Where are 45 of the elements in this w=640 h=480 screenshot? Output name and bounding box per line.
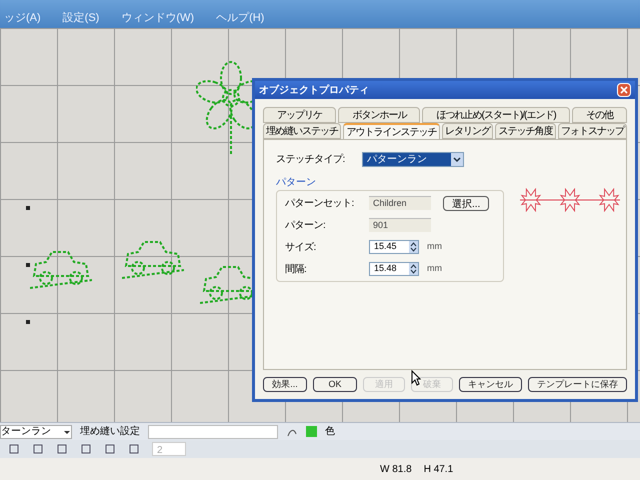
dialog-tab[interactable]: 埋め縫いステッチ [263,123,342,139]
close-button[interactable] [617,83,631,97]
spin-arrows-icon [409,263,418,275]
mouse-cursor-icon [411,370,421,386]
spin-arrows-icon [409,241,418,253]
dropdown-caret-icon [451,153,463,166]
dialog-tab[interactable]: アウトラインステッチ [343,123,440,139]
dialog-button[interactable]: キャンセル [459,377,522,392]
dialog-tab[interactable]: ほつれ止め(スタート)/(エンド) [422,107,570,123]
dialog-tab[interactable]: その他 [572,107,627,123]
selection-handle[interactable] [26,320,30,324]
window-title: オブジェクトプロパティ [259,83,369,98]
pattern-dropdown[interactable]: ターンラン [0,424,72,438]
car-drawing [30,248,92,290]
width-readout: W 81.8 [380,462,412,476]
readonly-field: Children [369,196,431,210]
dialog-tab[interactable]: レタリング [442,123,494,139]
group-title: パターン [276,176,317,190]
spin-field[interactable]: 15.48 [369,262,419,276]
unit-label: mm [427,262,442,276]
readonly-field: 901 [369,218,431,232]
selection-handle[interactable] [26,263,30,267]
spin-field[interactable]: 15.45 [369,240,419,254]
thread-color-swatch[interactable] [306,426,317,437]
color-button[interactable]: 色 [325,424,335,439]
selection-handle[interactable] [26,206,30,210]
dialog-button[interactable]: 効果... [263,377,307,392]
field-label: 間隔: [285,262,308,276]
dialog-button[interactable]: テンプレートに保存 [528,377,627,392]
fill-settings-button[interactable]: 埋め縫い設定 [80,424,140,439]
field-label: パターンセット: [285,196,355,210]
dialog-button[interactable]: OK [313,377,357,392]
dialog-tab[interactable]: アップリケ [263,107,336,123]
car-drawing [122,238,184,280]
dialog-tab[interactable]: フォトスナップ [558,123,628,139]
stitch-type-dropdown[interactable]: パターンラン [362,152,464,167]
select-button[interactable]: 選択... [443,196,490,210]
field-label: パターン: [285,218,326,232]
unit-label: mm [427,240,442,254]
close-icon [620,86,628,94]
field-label: サイズ: [285,240,317,254]
height-readout: H 47.1 [424,462,454,476]
dialog-tab[interactable]: ステッチ角度 [495,123,556,139]
dialog-tab[interactable]: ボタンホール [338,107,420,123]
field-label: ステッチタイプ: [276,152,346,167]
